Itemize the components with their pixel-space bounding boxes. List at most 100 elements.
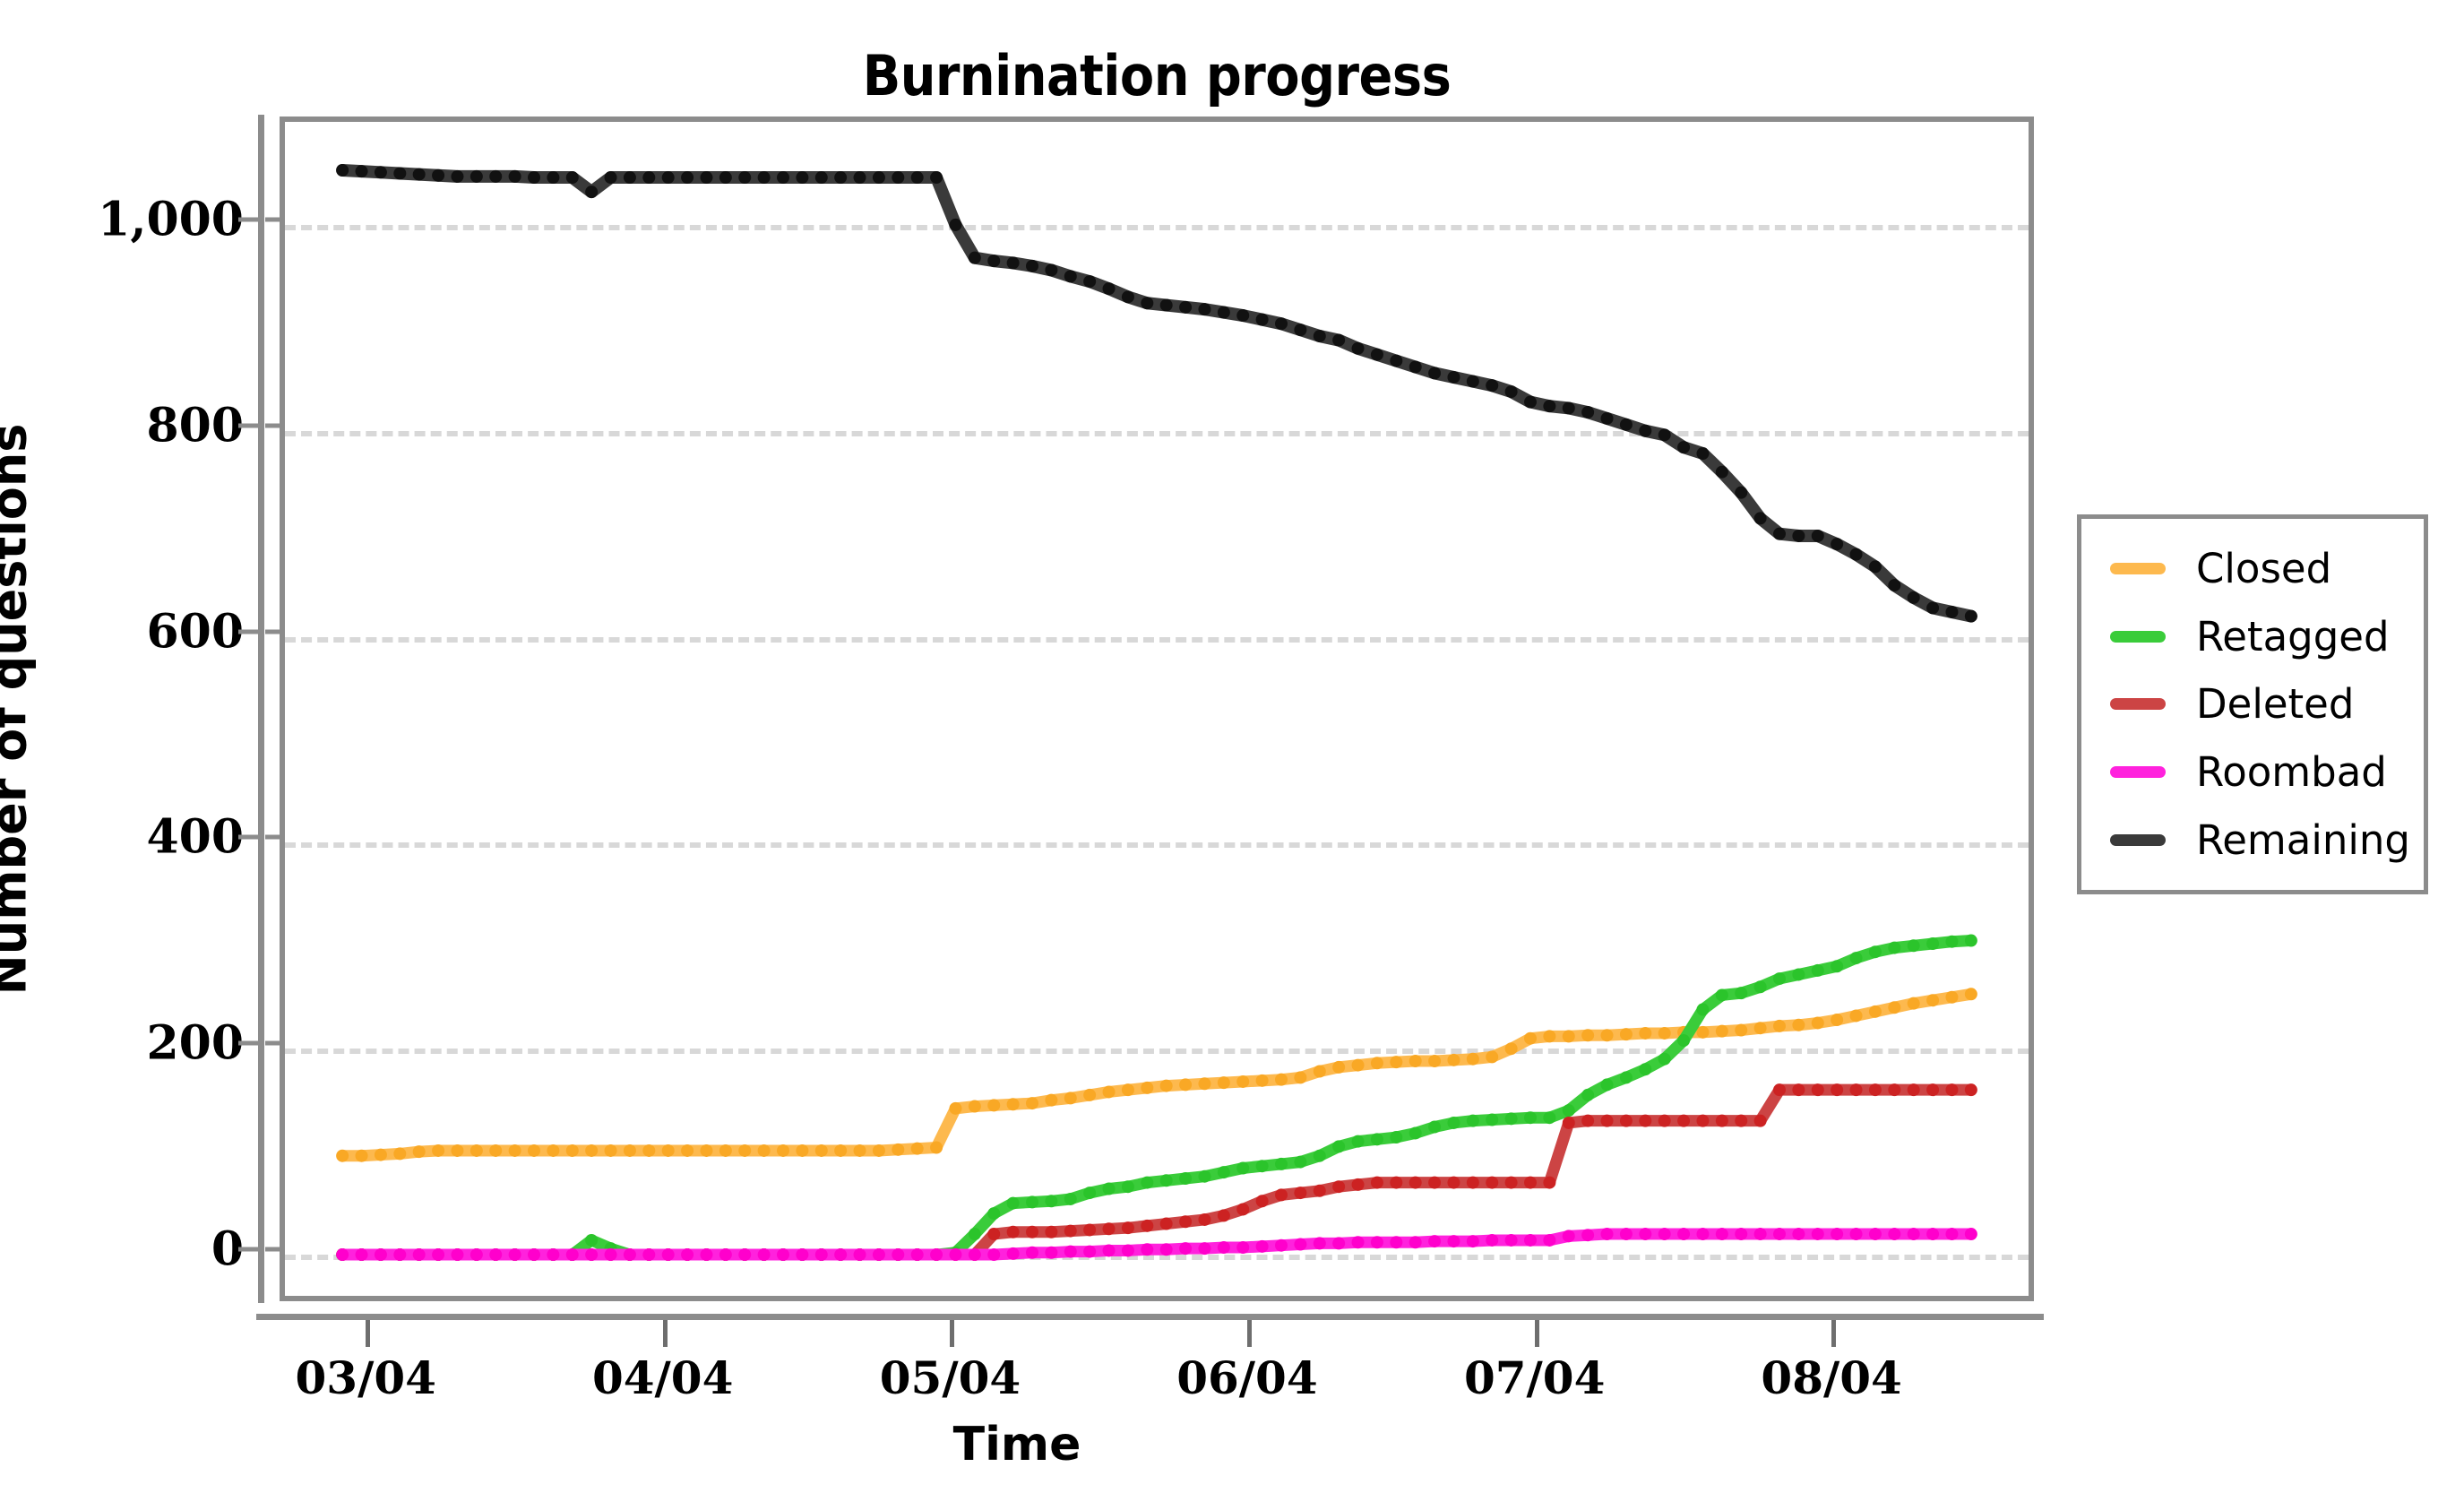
data-point [1849,1009,1863,1023]
data-point [1313,1149,1326,1162]
data-point [1390,1176,1403,1189]
data-point [451,1248,464,1262]
legend-item-closed[interactable]: Closed [2081,542,2424,596]
legend-swatch-retagged [2110,630,2166,643]
data-point [1351,1236,1365,1249]
series-markers-retagged [336,934,1977,1262]
data-point [1715,1228,1728,1241]
data-point [1006,1196,1020,1210]
data-point [1351,1178,1365,1191]
data-point [1486,1176,1499,1189]
data-point [757,171,771,185]
data-point [508,1248,521,1262]
data-point [1524,1176,1537,1189]
data-point [1849,548,1863,561]
data-point [1294,1155,1307,1169]
series-markers-remaining [336,164,1977,623]
data-point [374,166,387,179]
data-point [1811,1228,1824,1241]
data-point [1907,997,1920,1010]
data-point [1045,1225,1058,1238]
data-point [1390,1131,1403,1144]
data-point [1581,1029,1595,1042]
data-point [1159,298,1173,312]
plot-area [280,117,2034,1301]
data-point [1236,1161,1250,1175]
data-point [1715,1114,1728,1127]
data-point [642,1248,656,1262]
data-point [1102,282,1116,296]
data-point [1447,370,1460,384]
data-point [681,1143,694,1157]
data-point [1831,960,1844,973]
data-point [1083,1187,1097,1200]
data-point [1677,1228,1691,1241]
data-point [1045,1195,1058,1208]
data-point [1907,1083,1920,1097]
data-point [796,1143,809,1157]
data-point [1198,1169,1211,1183]
data-point [1409,1176,1422,1189]
data-point [1447,1053,1460,1066]
data-point [1926,994,1940,1007]
data-point [1313,1184,1326,1197]
series-markers-closed [336,988,1977,1162]
data-point [1409,360,1422,374]
data-point [1735,1228,1748,1241]
data-point [1581,1229,1595,1242]
data-point [738,1248,752,1262]
legend-item-roombad[interactable]: Roombad [2081,746,2424,799]
data-point [814,1248,828,1262]
data-point [489,169,503,183]
data-point [1831,1083,1844,1097]
data-point [930,171,943,185]
data-point [1064,1192,1077,1205]
data-point [1639,424,1652,437]
data-point [604,1143,617,1157]
data-point [451,1143,464,1157]
data-point [1332,333,1346,347]
data-point [1696,1114,1710,1127]
y-tick-mark [265,834,283,840]
data-point [1294,324,1307,337]
data-point [872,1143,885,1157]
data-point [1849,1228,1863,1241]
data-point [1524,1111,1537,1125]
legend-item-remaining[interactable]: Remaining [2081,813,2424,867]
data-point [1332,1060,1346,1074]
data-point [1083,1223,1097,1237]
legend-item-retagged[interactable]: Retagged [2081,609,2424,663]
data-point [1868,1005,1882,1018]
data-point [528,1248,540,1262]
data-point [1064,1245,1077,1258]
data-point [336,164,349,177]
data-point [1141,1219,1154,1232]
data-point [700,171,713,185]
data-point [1428,1120,1442,1134]
data-point [892,1248,905,1262]
data-point [1868,1228,1882,1241]
data-point [1332,1180,1346,1194]
data-point [1600,411,1614,425]
data-point [1332,1140,1346,1153]
data-point [1159,1079,1173,1092]
data-point [1715,465,1728,479]
data-point [1198,1213,1211,1226]
data-point [1658,1026,1671,1040]
data-point [1026,1097,1038,1110]
data-point [1121,1244,1134,1257]
data-point [1217,1240,1230,1254]
data-point [1753,980,1767,994]
data-point [1275,317,1288,331]
data-point [1121,1180,1134,1194]
y-tick-mark [265,629,283,634]
data-point [1121,1221,1134,1235]
data-point [1639,1026,1652,1040]
y-axis-title: Number of questions [0,423,38,996]
data-point [355,1149,368,1162]
series-line-closed [336,988,1977,1162]
legend-item-deleted[interactable]: Deleted [2081,677,2424,731]
data-point [1179,1242,1193,1256]
data-point [1294,1071,1307,1084]
data-point [1773,527,1786,540]
